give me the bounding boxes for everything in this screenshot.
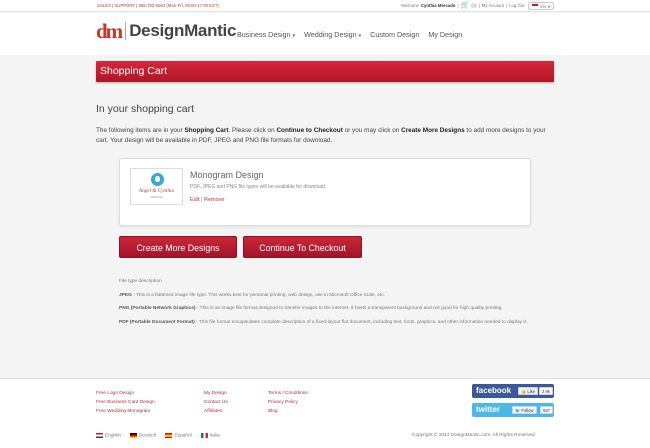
cart-count[interactable]: (1) (471, 0, 476, 12)
thumbnail-subtext: WEDDING (150, 196, 163, 199)
cart-item-card: Angel & Cynthia WEDDING Monogram Design … (119, 158, 531, 226)
facebook-widget: facebook 👍 Like 2.9k (472, 384, 554, 398)
thumbnail-script-text: Angel & Cynthia (138, 188, 175, 194)
footer-link-free-wedding-monogram[interactable]: Free Wedding Monogram (96, 407, 155, 416)
footer-link-terms[interactable]: Terms / Conditions (268, 389, 308, 398)
logo-text: DesignMantic (129, 21, 237, 40)
nav-my-design[interactable]: My Design (428, 30, 462, 39)
us-flag-icon (532, 4, 539, 8)
footer-link-my-design[interactable]: My Design (204, 389, 228, 398)
footer-link-privacy[interactable]: Privacy Policy (268, 398, 308, 407)
footer-col-account: My Design Contact Us Affiliates (204, 389, 228, 416)
page-title: Shopping Cart (100, 65, 168, 77)
chevron-down-icon: ▾ (358, 33, 362, 39)
file-type-descriptions: File type description JPEG - This is a f… (119, 278, 539, 332)
germany-flag-icon (129, 433, 137, 438)
chevron-down-icon: ▾ (547, 3, 550, 9)
page-banner: Shopping Cart (96, 61, 554, 82)
top-bar: SALES | SUPPORT | 855-702-5563 (Mon-Fri,… (0, 0, 650, 12)
edit-link[interactable]: Edit (190, 197, 199, 203)
lang-italia[interactable]: Italia (200, 433, 220, 439)
item-actions: Edit | Remove (190, 197, 225, 203)
logo-divider (125, 22, 127, 40)
twitter-logo-icon: twitter (476, 405, 500, 414)
cart-icon[interactable]: 🛒 (461, 0, 470, 12)
main-nav: Business Design ▾ Wedding Design ▾ Custom … (237, 30, 462, 39)
remove-link[interactable]: Remove (204, 197, 224, 203)
footer-col-legal: Terms / Conditions Privacy Policy Blog (268, 389, 308, 416)
language-select[interactable]: EN ▾ (528, 2, 554, 10)
file-type-png: PNG (Portable Network Graphics) - This i… (119, 306, 503, 311)
facebook-logo-icon: facebook (476, 386, 512, 395)
us-flag-icon (96, 433, 103, 438)
page: SALES | SUPPORT | 855-702-5563 (Mon-Fri,… (0, 0, 650, 448)
create-more-designs-button[interactable]: Create More Designs (119, 236, 237, 258)
language-value: EN (540, 3, 546, 9)
continue-to-checkout-button[interactable]: Continue To Checkout (243, 236, 362, 258)
italy-flag-icon (200, 433, 208, 438)
welcome-label: Welcome (401, 3, 419, 8)
nav-wedding-design[interactable]: Wedding Design ▾ (304, 30, 361, 39)
logo[interactable]: dm DesignMantic (96, 20, 236, 42)
lang-espanol[interactable]: Español (165, 433, 192, 439)
twitter-follow-count: 587 (540, 406, 553, 414)
design-thumbnail[interactable]: Angel & Cynthia WEDDING (130, 168, 183, 205)
user-name[interactable]: Cynthia Mercado (421, 0, 456, 12)
footer-link-affiliates[interactable]: Affiliates (204, 407, 228, 416)
nav-custom-design[interactable]: Custom Design (370, 30, 419, 39)
sales-support-text: SALES | SUPPORT | 855-702-5563 (Mon-Fri,… (97, 3, 219, 8)
item-description: PDF, JPEG and PNG file types will be ava… (190, 184, 327, 190)
my-account-link[interactable]: My Account (482, 0, 504, 12)
item-title: Monogram Design (190, 170, 264, 180)
facebook-like-count: 2.9k (539, 387, 553, 395)
logout-link[interactable]: Log Out (509, 0, 524, 12)
file-type-jpeg: JPEG - This is a flattened image file ty… (119, 292, 386, 298)
twitter-widget: twitter 🐦 Follow 587 (472, 403, 554, 417)
facebook-like-button[interactable]: 👍 Like (518, 387, 539, 395)
intro-text: The following items are in your Shopping… (96, 127, 546, 144)
twitter-follow-button[interactable]: 🐦 Follow (512, 406, 537, 414)
chevron-down-icon: ▾ (292, 33, 296, 39)
footer-link-free-business-card[interactable]: Free Business Card Design (96, 398, 155, 407)
monogram-emblem-icon (151, 173, 164, 186)
language-links: English Deutsch Español Italia (96, 433, 220, 439)
footer-link-free-logo[interactable]: Free Logo Design (96, 389, 155, 398)
lang-deutsch[interactable]: Deutsch (129, 433, 156, 439)
logo-mark: dm (96, 19, 123, 43)
footer-link-contact[interactable]: Contact Us (204, 398, 228, 407)
file-type-heading: File type description (119, 279, 162, 284)
section-title: In your shopping cart (96, 103, 195, 115)
file-type-pdf: PDF (Portable Document Format) - This fi… (119, 319, 528, 325)
copyright: Copyright © 2014 DesignMantic.com. All R… (412, 433, 535, 438)
nav-business-design[interactable]: Business Design ▾ (237, 30, 295, 39)
footer-col-free: Free Logo Design Free Business Card Desi… (96, 389, 155, 416)
spain-flag-icon (165, 433, 173, 438)
account-bar: Welcome Cynthia Mercado | 🛒 (1) | My Acc… (401, 0, 554, 12)
lang-english[interactable]: English (96, 433, 121, 439)
footer-link-blog[interactable]: Blog (268, 407, 308, 416)
